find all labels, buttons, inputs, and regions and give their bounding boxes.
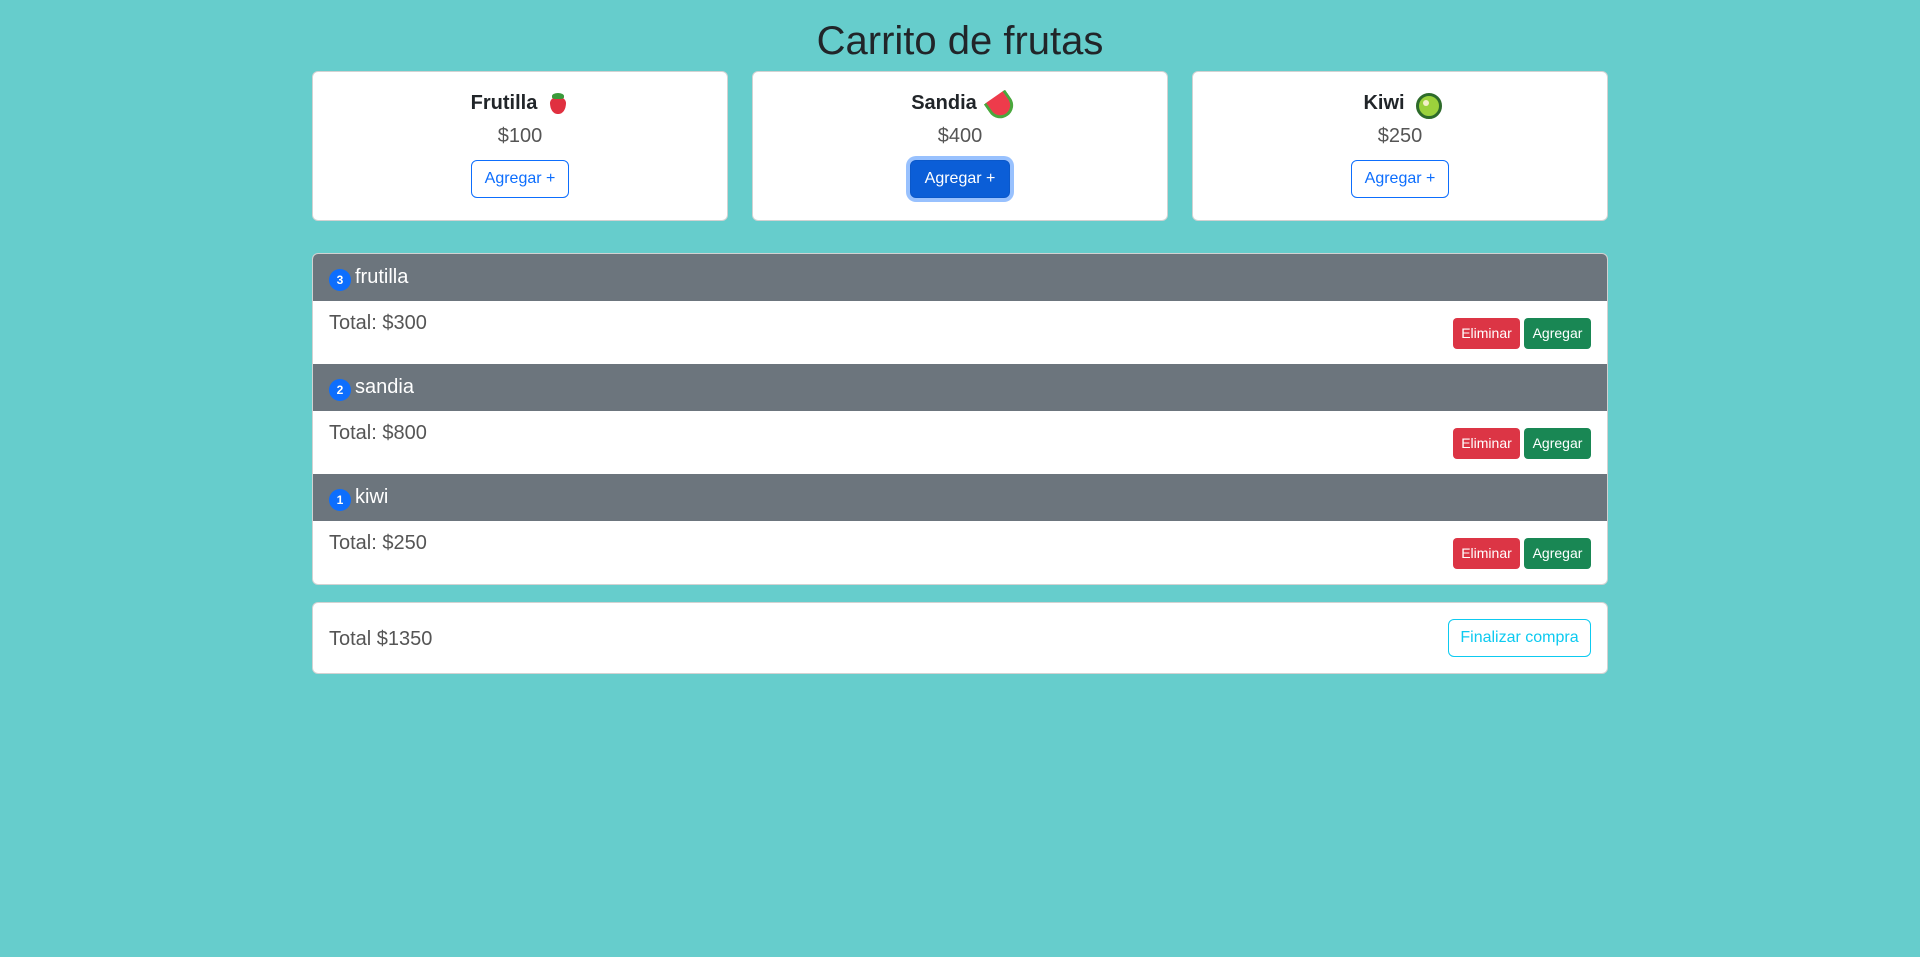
- cart-item-header: 3 frutilla: [313, 254, 1607, 301]
- cart-item-body: Total: $800 Eliminar Agregar: [313, 411, 1607, 474]
- remove-button[interactable]: Eliminar: [1453, 428, 1520, 459]
- product-card-kiwi: Kiwi $250 Agregar +: [1192, 71, 1608, 221]
- cart-summary: Total $1350 Finalizar compra: [312, 602, 1608, 674]
- add-button[interactable]: Agregar: [1524, 428, 1591, 459]
- cart-item-name: sandia: [355, 376, 414, 398]
- quantity-badge: 3: [329, 268, 351, 291]
- add-button[interactable]: Agregar: [1524, 318, 1591, 349]
- cart-item-header: 2 sandia: [313, 364, 1607, 411]
- cart-item-body: Total: $250 Eliminar Agregar: [313, 521, 1607, 584]
- remove-button[interactable]: Eliminar: [1453, 318, 1520, 349]
- product-title: Sandia: [753, 88, 1167, 118]
- cart-item-actions: Eliminar Agregar: [1453, 428, 1591, 459]
- kiwi-icon: [1415, 92, 1442, 119]
- cart-item-total: Total: $250: [329, 532, 427, 554]
- cart-item-total: Total: $800: [329, 422, 427, 444]
- product-title: Kiwi: [1193, 88, 1607, 119]
- add-sandia-button[interactable]: Agregar +: [910, 160, 1010, 198]
- product-title: Frutilla: [313, 88, 727, 118]
- strawberry-icon: [547, 92, 569, 114]
- product-card-sandia: Sandia $400 Agregar +: [752, 71, 1168, 221]
- cart-item-name: frutilla: [355, 266, 409, 288]
- cart-item-actions: Eliminar Agregar: [1453, 318, 1591, 349]
- quantity-badge: 2: [329, 378, 351, 401]
- product-price: $400: [937, 125, 983, 147]
- cart-item-total: Total: $300: [329, 312, 427, 334]
- grand-total: Total $1350: [329, 628, 433, 650]
- product-cards: Frutilla $100 Agregar + Sandia $400 Agre…: [312, 71, 1608, 221]
- cart-item-name: kiwi: [355, 486, 389, 508]
- product-name: Sandia: [911, 92, 977, 114]
- cart-list: 3 frutilla Total: $300 Eliminar Agregar …: [312, 253, 1608, 585]
- product-price: $100: [497, 125, 543, 147]
- remove-button[interactable]: Eliminar: [1453, 538, 1520, 569]
- product-name: Frutilla: [470, 92, 538, 114]
- product-card-frutilla: Frutilla $100 Agregar +: [312, 71, 728, 221]
- quantity-badge: 1: [329, 488, 351, 511]
- add-kiwi-button[interactable]: Agregar +: [1351, 160, 1449, 198]
- product-price: $250: [1377, 125, 1423, 147]
- cart-item-body: Total: $300 Eliminar Agregar: [313, 301, 1607, 364]
- add-frutilla-button[interactable]: Agregar +: [471, 160, 569, 198]
- watermelon-icon: [987, 92, 1009, 114]
- page-title: Carrito de frutas: [816, 19, 1104, 63]
- add-button[interactable]: Agregar: [1524, 538, 1591, 569]
- product-name: Kiwi: [1363, 92, 1405, 114]
- cart-item-actions: Eliminar Agregar: [1453, 538, 1591, 569]
- main-container: Carrito de frutas Frutilla $100 Agregar …: [312, 0, 1608, 674]
- cart-item-header: 1 kiwi: [313, 474, 1607, 521]
- checkout-button[interactable]: Finalizar compra: [1448, 619, 1591, 657]
